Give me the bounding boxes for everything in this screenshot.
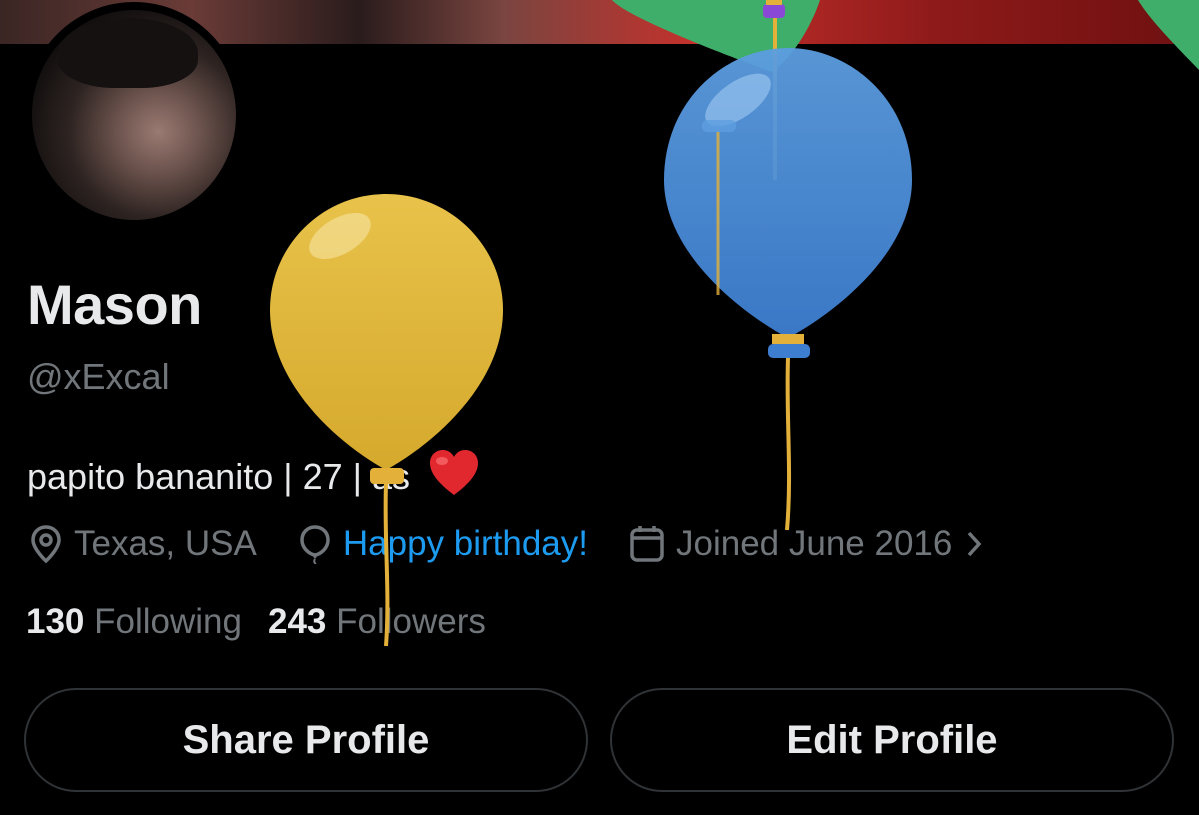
profile-handle: @xExcal [27, 356, 170, 397]
profile-name: Mason [27, 273, 202, 336]
meta-joined[interactable]: Joined June 2016 [628, 524, 994, 564]
chevron-right-icon [968, 531, 982, 557]
followers-count: 243 [268, 602, 327, 641]
bio-text: papito bananito | 27 | as [27, 456, 410, 497]
location-text: Texas, USA [74, 524, 257, 563]
birthday-link[interactable]: Happy birthday! [343, 524, 588, 564]
profile-meta: Texas, USA Happy birthday! Joined June 2… [28, 522, 1034, 566]
profile-bio: papito bananito | 27 | as [27, 449, 480, 498]
profile-stats: 130 Following 243 Followers [26, 602, 486, 642]
avatar-hair-shape [58, 18, 198, 88]
calendar-icon [630, 526, 664, 562]
avatar[interactable] [24, 2, 244, 228]
followers-label: Followers [336, 602, 486, 641]
share-profile-button[interactable]: Share Profile [24, 688, 588, 792]
joined-text: Joined June 2016 [676, 524, 953, 563]
following-link[interactable]: 130 Following [26, 602, 242, 641]
meta-location: Texas, USA [28, 524, 257, 564]
yellow-balloon [270, 194, 503, 647]
balloon-icon [300, 525, 330, 564]
meta-birthday: Happy birthday! [297, 524, 588, 564]
red-heart-emoji-icon [430, 450, 479, 495]
edit-profile-button[interactable]: Edit Profile [610, 688, 1174, 792]
blue-balloon [664, 48, 912, 531]
following-label: Following [94, 602, 242, 641]
following-count: 130 [26, 602, 85, 641]
followers-link[interactable]: 243 Followers [268, 602, 486, 641]
location-pin-icon [31, 525, 61, 564]
